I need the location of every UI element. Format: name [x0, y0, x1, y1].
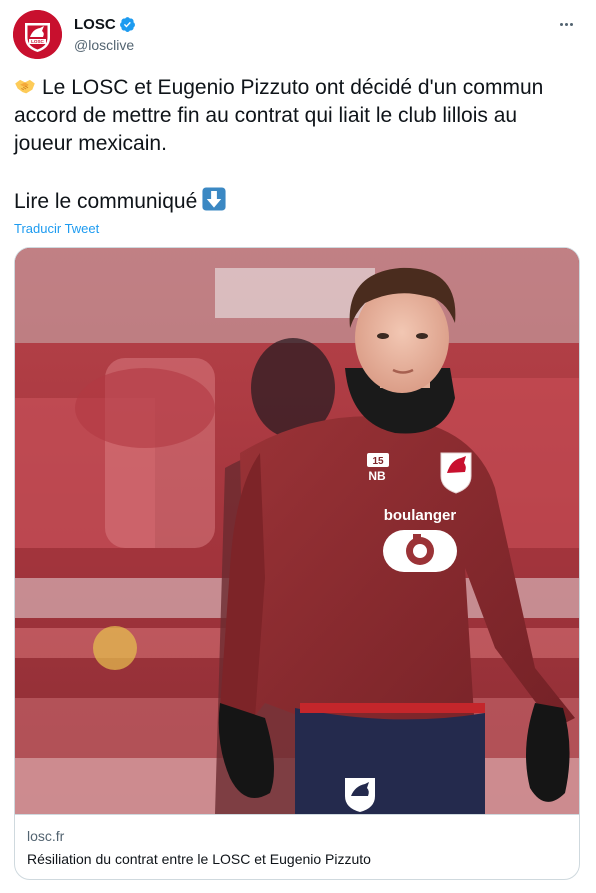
- verified-badge-icon: [119, 16, 135, 32]
- tweet-line-2: Lire le communiqué: [14, 190, 198, 213]
- handshake-emoji: [15, 79, 35, 94]
- tweet-line-1: Le LOSC et Eugenio Pizzuto ont décidé d'…: [14, 76, 544, 155]
- shirt-sponsor: boulanger: [384, 507, 457, 524]
- player-photo[interactable]: 15 NB boulanger: [15, 248, 579, 814]
- shirt-number-badge: 15: [372, 456, 384, 467]
- link-card[interactable]: 15 NB boulanger losc.fr Résiliation du c…: [14, 247, 580, 880]
- card-domain: losc.fr: [27, 828, 65, 844]
- card-footer[interactable]: losc.fr Résiliation du contrat entre le …: [15, 814, 579, 879]
- card-title: Résiliation du contrat entre le LOSC et …: [27, 851, 371, 867]
- translate-tweet-link[interactable]: Traducir Tweet: [14, 221, 99, 236]
- tweet-header: LOSC LOSC @losclive: [13, 10, 585, 60]
- more-options-icon[interactable]: [555, 14, 577, 34]
- down-arrow-emoji: [202, 187, 226, 211]
- avatar-crest-text: LOSC: [31, 39, 44, 44]
- losc-crest-icon: LOSC: [13, 10, 62, 59]
- avatar[interactable]: LOSC: [13, 10, 62, 59]
- display-name[interactable]: LOSC: [74, 16, 116, 33]
- tweet-text: Le LOSC et Eugenio Pizzuto ont décidé d'…: [14, 74, 574, 216]
- author-block: LOSC @losclive: [74, 14, 136, 53]
- handle[interactable]: @losclive: [74, 37, 136, 53]
- kit-brand-logo: NB: [368, 469, 386, 483]
